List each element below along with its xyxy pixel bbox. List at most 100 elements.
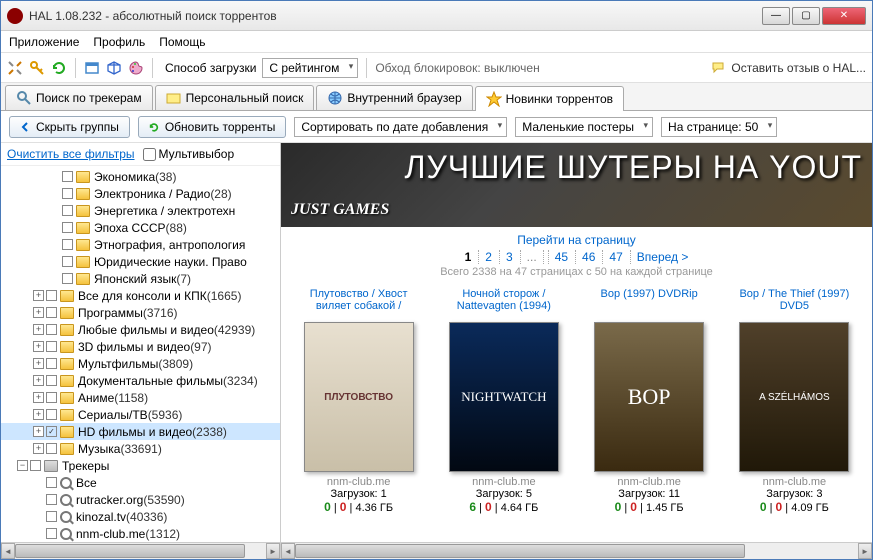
card-title[interactable]: Вор / The Thief (1997) DVD5 [731, 288, 858, 318]
refresh-torrents-button[interactable]: Обновить торренты [138, 116, 286, 138]
category-tree[interactable]: Экономика(38)Электроника / Радио(28)Энер… [1, 166, 280, 542]
titlebar[interactable]: HAL 1.08.232 - абсолютный поиск торренто… [1, 1, 872, 31]
checkbox-icon[interactable] [46, 528, 57, 539]
page-46[interactable]: 46 [575, 250, 598, 264]
checkbox-icon[interactable] [46, 392, 57, 403]
expand-icon[interactable]: + [33, 290, 44, 301]
tab-browser[interactable]: Внутренний браузер [316, 85, 472, 110]
expand-icon[interactable]: + [33, 443, 44, 454]
card-poster[interactable]: NIGHTWATCH [449, 322, 559, 472]
tree-item[interactable]: +3D фильмы и видео(97) [1, 338, 280, 355]
tree-item[interactable]: +Программы(3716) [1, 304, 280, 321]
key-icon[interactable] [29, 60, 45, 76]
tree-item[interactable]: Экономика(38) [1, 168, 280, 185]
page-3[interactable]: 3 [499, 250, 516, 264]
expand-icon[interactable]: + [33, 324, 44, 335]
checkbox-icon[interactable] [46, 341, 57, 352]
menu-profile[interactable]: Профиль [93, 35, 145, 49]
banner[interactable]: JUST GAMES ЛУЧШИЕ ШУТЕРЫ НА YOUT [281, 143, 872, 227]
multi-checkbox[interactable]: Мультивыбор [143, 147, 235, 161]
checkbox-icon[interactable] [62, 256, 73, 267]
tab-news[interactable]: Новинки торрентов [475, 86, 624, 111]
checkbox-icon[interactable] [62, 273, 73, 284]
maximize-button[interactable]: ▢ [792, 7, 820, 25]
card-title[interactable]: Вор (1997) DVDRip [586, 288, 713, 318]
checkbox-icon[interactable] [46, 511, 57, 522]
page-2[interactable]: 2 [478, 250, 495, 264]
refresh-icon[interactable] [51, 60, 67, 76]
card-title[interactable]: Плутовство / Хвост виляет собакой / [295, 288, 422, 318]
tree-item[interactable]: Юридические науки. Право [1, 253, 280, 270]
expand-icon[interactable]: + [33, 392, 44, 403]
tree-item[interactable]: Энергетика / электротехн [1, 202, 280, 219]
loadmode-combo[interactable]: С рейтингом [262, 58, 358, 78]
tree-item[interactable]: +Любые фильмы и видео(42939) [1, 321, 280, 338]
checkbox-icon[interactable] [62, 171, 73, 182]
checkbox-icon[interactable] [46, 443, 57, 454]
palette-icon[interactable] [128, 60, 144, 76]
tree-item[interactable]: +Все для консоли и КПК(1665) [1, 287, 280, 304]
expand-icon[interactable]: + [33, 307, 44, 318]
checkbox-icon[interactable] [62, 239, 73, 250]
tree-item[interactable]: Эпоха СССР(88) [1, 219, 280, 236]
tree-item[interactable]: −Трекеры [1, 457, 280, 474]
page-45[interactable]: 45 [548, 250, 571, 264]
expand-icon[interactable]: + [33, 358, 44, 369]
checkbox-icon[interactable] [46, 409, 57, 420]
main-scrollbar[interactable]: ◄► [281, 542, 872, 559]
checkbox-icon[interactable] [62, 205, 73, 216]
checkbox-icon[interactable]: ✓ [46, 426, 57, 437]
tab-personal[interactable]: Персональный поиск [155, 85, 315, 110]
card-title[interactable]: Ночной сторож / Nattevagten (1994) [440, 288, 567, 318]
checkbox-icon[interactable] [46, 307, 57, 318]
tree-item[interactable]: Электроника / Радио(28) [1, 185, 280, 202]
checkbox-icon[interactable] [46, 375, 57, 386]
tree-item[interactable]: Этнография, антропология [1, 236, 280, 253]
page-1[interactable]: 1 [462, 250, 475, 264]
expand-icon[interactable]: + [33, 375, 44, 386]
expand-icon[interactable]: + [33, 409, 44, 420]
perpage-combo[interactable]: На странице: 50 [661, 117, 777, 137]
tree-item[interactable]: +✓HD фильмы и видео(2338) [1, 423, 280, 440]
hide-groups-button[interactable]: Скрыть группы [9, 116, 130, 138]
checkbox-icon[interactable] [46, 290, 57, 301]
tree-item[interactable]: Все [1, 474, 280, 491]
feedback-link[interactable]: Оставить отзыв о HAL... [711, 60, 866, 76]
clear-filters-link[interactable]: Очистить все фильтры [7, 147, 135, 161]
tree-item[interactable]: +Музыка(33691) [1, 440, 280, 457]
tree-item[interactable]: Японский язык(7) [1, 270, 280, 287]
tree-item[interactable]: +Сериалы/ТВ(5936) [1, 406, 280, 423]
checkbox-icon[interactable] [62, 188, 73, 199]
window-icon[interactable] [84, 60, 100, 76]
tree-item[interactable]: kinozal.tv(40336) [1, 508, 280, 525]
sidebar-scrollbar[interactable]: ◄► [1, 542, 280, 559]
posters-combo[interactable]: Маленькие постеры [515, 117, 653, 137]
sort-combo[interactable]: Сортировать по дате добавления [294, 117, 507, 137]
checkbox-icon[interactable] [46, 324, 57, 335]
tab-trackers[interactable]: Поиск по трекерам [5, 85, 153, 110]
tree-item[interactable]: +Мультфильмы(3809) [1, 355, 280, 372]
card-poster[interactable]: ПЛУТОВСТВО [304, 322, 414, 472]
expand-icon[interactable]: + [33, 341, 44, 352]
checkbox-icon[interactable] [46, 358, 57, 369]
menu-help[interactable]: Помощь [159, 35, 205, 49]
checkbox-icon[interactable] [46, 494, 57, 505]
minimize-button[interactable]: — [762, 7, 790, 25]
tree-item[interactable]: +Аниме(1158) [1, 389, 280, 406]
checkbox-icon[interactable] [30, 460, 41, 471]
card-poster[interactable]: ВОР [594, 322, 704, 472]
tools-icon[interactable] [7, 60, 23, 76]
menu-app[interactable]: Приложение [9, 35, 79, 49]
close-button[interactable]: ✕ [822, 7, 866, 25]
tree-item[interactable]: +Документальные фильмы(3234) [1, 372, 280, 389]
cube-icon[interactable] [106, 60, 122, 76]
tree-item[interactable]: rutracker.org(53590) [1, 491, 280, 508]
page-47[interactable]: 47 [602, 250, 625, 264]
card-poster[interactable]: A SZÉLHÁMOS [739, 322, 849, 472]
checkbox-icon[interactable] [62, 222, 73, 233]
expand-icon[interactable]: + [33, 426, 44, 437]
tree-item[interactable]: nnm-club.me(1312) [1, 525, 280, 542]
checkbox-icon[interactable] [46, 477, 57, 488]
page-forward[interactable]: Вперед > [630, 250, 692, 264]
expand-icon[interactable]: − [17, 460, 28, 471]
